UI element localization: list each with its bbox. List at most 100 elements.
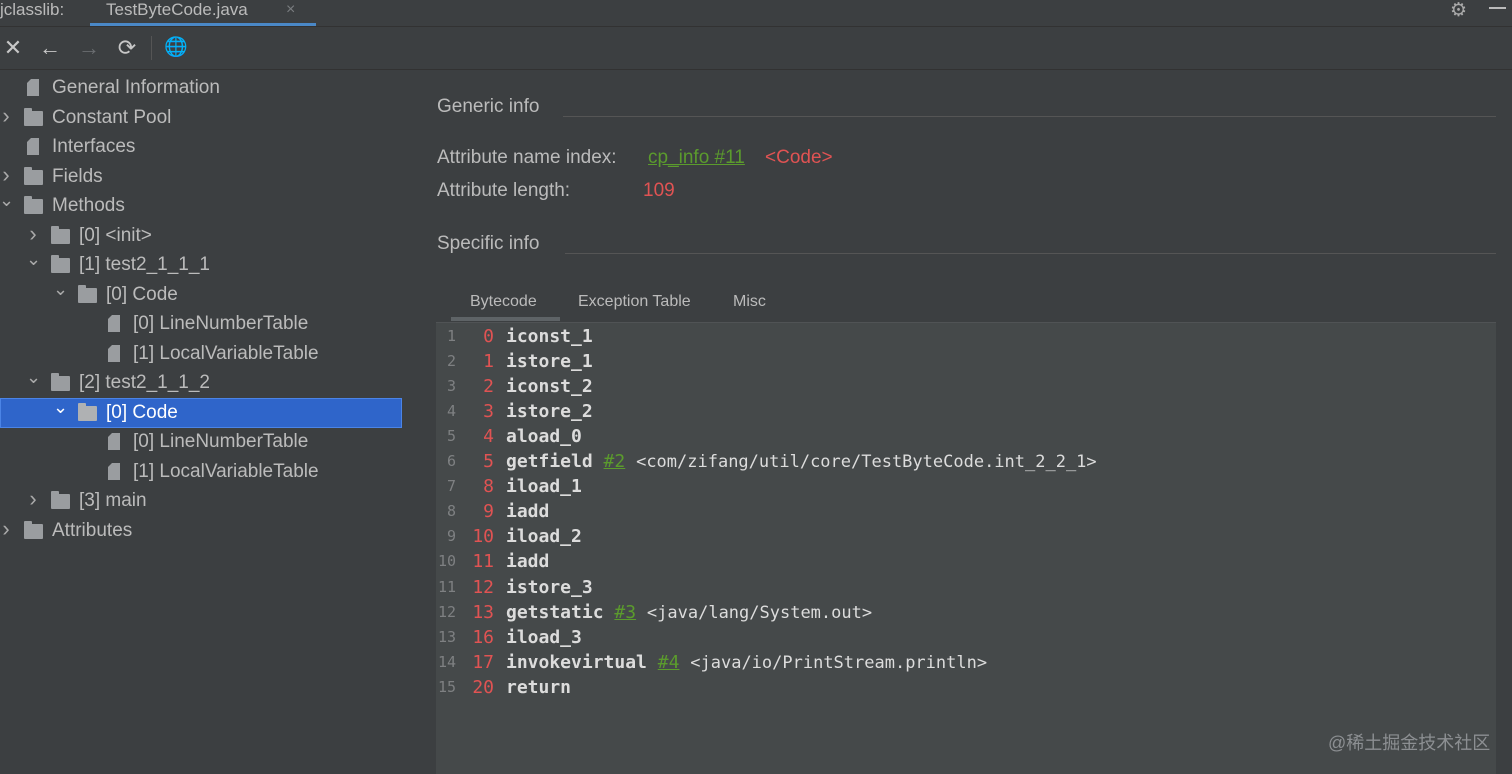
tree-node-label: [3] main: [79, 490, 147, 511]
tree-node[interactable]: [0] LineNumberTable: [0, 309, 402, 339]
tree-node-label: [0] LineNumberTable: [133, 313, 309, 334]
forward-arrow-icon[interactable]: →: [76, 35, 102, 61]
bytecode-offset: 1: [483, 351, 494, 373]
tree-node[interactable]: ⌄ [0] Code: [0, 279, 402, 310]
opcode: iconst_1: [506, 324, 593, 349]
tree-node[interactable]: General Information: [0, 73, 402, 103]
bytecode-offset: 20: [472, 676, 494, 698]
line-number: 14: [437, 652, 456, 671]
specific-info-divider: [565, 253, 1496, 254]
active-tab-indicator: [90, 23, 316, 26]
line-number: 6: [446, 452, 456, 471]
chevron-down-icon[interactable]: ⌄: [53, 274, 68, 304]
file-icon: [108, 462, 120, 480]
line-number: 9: [446, 527, 456, 546]
tree-node[interactable]: [0] LineNumberTable: [0, 427, 402, 457]
opcode: iload_1: [506, 474, 582, 499]
line-number: 10: [437, 552, 456, 571]
bytecode-offset: 9: [483, 501, 494, 523]
tree-node[interactable]: [1] LocalVariableTable: [0, 457, 402, 487]
bytecode-line: 6 5 getfield #2 <com/zifang/util/core/Test…: [436, 449, 1496, 474]
bytecode-line: 2 1 istore_1: [436, 349, 1496, 374]
folder-icon: [78, 284, 97, 303]
cp-info-link[interactable]: cp_info #11: [648, 147, 745, 169]
class-structure-tree: General Information › Constant Pool Interfa…: [0, 70, 420, 773]
tree-node[interactable]: › [0] <init>: [0, 221, 402, 251]
resolved-reference: <com/zifang/util/core/TestByteCode.int_2…: [636, 452, 1097, 473]
tree-node[interactable]: › Attributes: [0, 516, 402, 546]
line-number: 12: [437, 602, 456, 621]
chevron-right-icon[interactable]: ›: [0, 514, 13, 544]
constant-pool-ref-link[interactable]: #4: [658, 652, 680, 673]
toolbar: ✕ ← → ⟳ 🌐: [0, 27, 1512, 70]
tree-node[interactable]: ⌄ [0] Code: [0, 397, 402, 428]
opcode-mnemonic: iadd: [506, 551, 550, 573]
bytecode-line: 3 2 iconst_2: [436, 374, 1496, 399]
tab-close-icon[interactable]: ×: [286, 0, 295, 20]
constant-pool-ref-link[interactable]: #2: [604, 451, 626, 472]
refresh-icon[interactable]: ⟳: [114, 35, 140, 61]
bytecode-line: 15 20 return: [436, 675, 1496, 700]
bytecode-line: 4 3 istore_2: [436, 399, 1496, 424]
chevron-right-icon[interactable]: ›: [26, 484, 40, 514]
tree-node[interactable]: › [3] main: [0, 486, 402, 516]
watermark: @稀土掘金技术社区: [1328, 733, 1491, 753]
bytecode-line: 12 13 getstatic #3 <java/lang/System.out>: [436, 600, 1496, 625]
line-number: 8: [446, 502, 456, 521]
tree-node[interactable]: Interfaces: [0, 132, 402, 162]
opcode-mnemonic: getfield: [506, 451, 593, 473]
tree-node-label: Fields: [52, 165, 103, 187]
tree-node-label: Interfaces: [52, 136, 136, 157]
constant-pool-ref-link[interactable]: #3: [614, 602, 636, 623]
opcode-mnemonic: iload_2: [506, 526, 582, 548]
folder-icon: [51, 225, 70, 244]
folder-icon: [24, 166, 43, 185]
tab-misc[interactable]: Misc: [733, 290, 766, 314]
file-icon: [27, 79, 39, 96]
tree-node-label: [1] LocalVariableTable: [133, 460, 319, 482]
chevron-right-icon[interactable]: ›: [0, 101, 13, 131]
tab-exception-table[interactable]: Exception Table: [578, 290, 691, 314]
bytecode-line: 9 10 iload_2: [436, 524, 1496, 549]
opcode-mnemonic: return: [506, 676, 572, 698]
tree-node[interactable]: › Constant Pool: [0, 103, 402, 133]
tree-node-label: [0] <init>: [79, 224, 152, 246]
bytecode-offset: 12: [472, 576, 494, 598]
opcode: getstatic #3 <java/lang/System.out>: [506, 600, 872, 626]
line-number: 15: [437, 677, 456, 696]
tab-bytecode[interactable]: Bytecode: [470, 290, 537, 314]
bytecode-line: 10 11 iadd: [436, 549, 1496, 574]
generic-info-divider: [563, 116, 1496, 117]
chevron-down-icon[interactable]: ⌄: [53, 392, 68, 422]
folder-icon: [51, 373, 70, 391]
tree-node[interactable]: › Fields: [0, 162, 402, 192]
minimize-icon[interactable]: [1489, 7, 1506, 9]
tree-node[interactable]: [1] LocalVariableTable: [0, 339, 402, 369]
chevron-down-icon[interactable]: ⌄: [26, 362, 41, 392]
tree-node-label: Constant Pool: [52, 106, 172, 128]
gear-icon[interactable]: ⚙: [1450, 0, 1467, 22]
tab-title[interactable]: TestByteCode.java: [106, 0, 248, 20]
folder-icon: [24, 196, 43, 214]
line-number: 1: [446, 327, 456, 345]
attribute-length-value: 109: [643, 180, 675, 201]
tab-testbytecode[interactable]: TestByteCode.java ×: [90, 0, 316, 26]
tree-node-label: General Information: [52, 77, 220, 98]
globe-icon[interactable]: 🌐: [163, 35, 189, 61]
chevron-down-icon[interactable]: ⌄: [26, 244, 41, 274]
opcode: iadd: [506, 499, 549, 524]
opcode-mnemonic: istore_3: [506, 576, 593, 598]
back-arrow-icon[interactable]: ←: [37, 35, 63, 61]
opcode: iadd: [506, 549, 549, 574]
line-number: 2: [446, 352, 456, 371]
tree-node[interactable]: ⌄ Methods: [0, 190, 402, 221]
chevron-down-icon[interactable]: ⌄: [0, 185, 14, 215]
opcode: return: [506, 675, 571, 700]
attribute-detail-panel: Generic info Attribute name index: cp_in…: [420, 70, 1512, 774]
line-number: 3: [446, 377, 456, 396]
specific-info-heading: Specific info: [437, 233, 540, 254]
generic-info-heading: Generic info: [437, 96, 540, 117]
resolved-reference: <java/io/PrintStream.println>: [690, 652, 988, 673]
close-icon[interactable]: ✕: [0, 35, 26, 61]
line-number: 7: [446, 477, 456, 496]
